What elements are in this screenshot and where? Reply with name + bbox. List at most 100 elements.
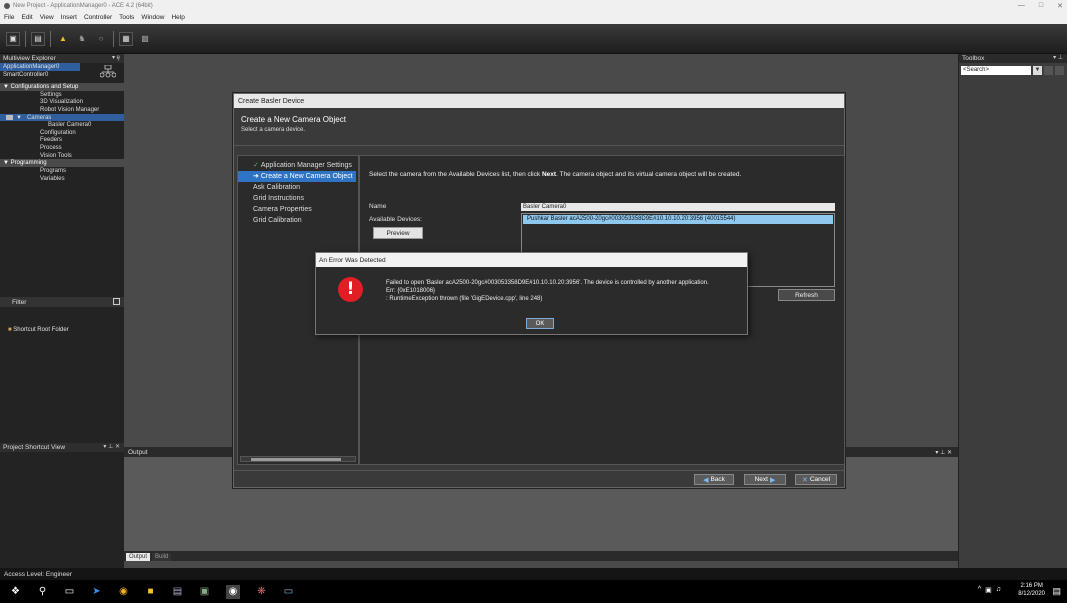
multiview-title: Multiview Explorer bbox=[3, 55, 56, 62]
instruction-text: Select the camera from the Available Dev… bbox=[369, 171, 742, 178]
filter-toggle-icon[interactable] bbox=[113, 298, 120, 305]
tree-item-variables[interactable]: Variables bbox=[0, 175, 124, 183]
menu-controller[interactable]: Controller bbox=[84, 14, 112, 21]
available-devices-label: Available Devices: bbox=[369, 216, 422, 223]
close-button[interactable]: ✕ bbox=[1057, 2, 1063, 10]
menu-bar: File Edit View Insert Controller Tools W… bbox=[0, 11, 1067, 24]
clock-date: 8/12/2020 bbox=[1018, 591, 1045, 597]
step-grid-calibration[interactable]: Grid Calibration bbox=[238, 215, 358, 226]
menu-file[interactable]: File bbox=[4, 14, 14, 21]
tree-item-programs[interactable]: Programs bbox=[0, 167, 124, 175]
step-create-camera-object[interactable]: ➜ Create a New Camera Object bbox=[238, 171, 356, 182]
tree-item-robot-vision-manager[interactable]: Robot Vision Manager bbox=[0, 106, 124, 114]
search-options-icon[interactable] bbox=[1044, 66, 1053, 75]
menu-view[interactable]: View bbox=[40, 14, 54, 21]
grid-icon[interactable]: ▦ bbox=[119, 31, 133, 46]
windows-start-icon[interactable]: ❖ bbox=[10, 586, 21, 597]
tree-item-process[interactable]: Process bbox=[0, 144, 124, 152]
search-dropdown-icon[interactable]: ▼ bbox=[1033, 66, 1042, 75]
shortcut-view-title: Project Shortcut View bbox=[3, 443, 66, 451]
app-icon-1[interactable]: ➤ bbox=[91, 586, 102, 597]
menu-window[interactable]: Window bbox=[141, 14, 164, 21]
next-button[interactable]: Next ▶ bbox=[744, 474, 786, 485]
menu-help[interactable]: Help bbox=[171, 14, 184, 21]
step-ask-calibration[interactable]: Ask Calibration bbox=[238, 182, 358, 193]
toolbox-panel: Toolbox ▾ ⊥ <Search> ▼ bbox=[958, 54, 1067, 568]
pin-icon[interactable]: ▾ ȩ bbox=[112, 54, 120, 61]
task-view-icon[interactable]: ▭ bbox=[64, 586, 75, 597]
error-message: Failed to open 'Basler acA2500-20gc#0030… bbox=[386, 280, 709, 303]
name-label: Name bbox=[369, 203, 387, 210]
warning-icon[interactable]: ▲ bbox=[56, 32, 70, 46]
menu-insert[interactable]: Insert bbox=[61, 14, 77, 21]
file-explorer-icon[interactable]: ■ bbox=[145, 586, 156, 597]
tab-build[interactable]: Build bbox=[152, 553, 172, 561]
robot-icon[interactable]: ♞ bbox=[75, 32, 89, 46]
controller-app-manager[interactable]: ApplicationManager0 bbox=[0, 63, 80, 71]
error-line-1: Failed to open 'Basler acA2500-20gc#0030… bbox=[386, 280, 709, 286]
search-clear-icon[interactable] bbox=[1055, 66, 1064, 75]
tab-output[interactable]: Output bbox=[126, 553, 151, 561]
pin-close-icon[interactable]: ▾ ⊥ ✕ bbox=[103, 443, 120, 450]
chart-icon[interactable]: ▩ bbox=[138, 32, 152, 46]
pin-icon[interactable]: ▾ ⊥ bbox=[1053, 54, 1063, 61]
tree-item-basler-camera0[interactable]: Basler Camera0 bbox=[0, 121, 124, 129]
tree-item-cameras[interactable]: ▼ Cameras bbox=[0, 113, 124, 122]
preview-button[interactable]: Preview bbox=[373, 227, 423, 239]
refresh-button[interactable]: Refresh bbox=[778, 289, 835, 301]
tree-item-settings[interactable]: Settings bbox=[0, 91, 124, 99]
tree-section-config[interactable]: ▼ Configurations and Setup bbox=[0, 83, 124, 91]
ok-button[interactable]: OK bbox=[526, 318, 554, 329]
output-title: Output bbox=[128, 448, 148, 456]
menu-tools[interactable]: Tools bbox=[119, 14, 134, 21]
step-grid-instructions[interactable]: Grid Instructions bbox=[238, 193, 358, 204]
steps-scrollbar[interactable] bbox=[240, 456, 356, 462]
tree-item-vision-tools[interactable]: Vision Tools bbox=[0, 152, 124, 160]
online-icon[interactable]: ▣ bbox=[6, 31, 20, 46]
tree-section-programming[interactable]: ▼ Programming bbox=[0, 159, 124, 168]
cancel-button[interactable]: ✕ Cancel bbox=[795, 474, 837, 485]
tree-item-3d-visualization[interactable]: 3D Visualization bbox=[0, 99, 124, 107]
window-title: New Project - ApplicationManager0 - ACE … bbox=[13, 2, 153, 9]
back-button[interactable]: ◀ Back bbox=[694, 474, 734, 485]
maximize-button[interactable]: □ bbox=[1039, 2, 1043, 9]
toolbox-search-input[interactable]: <Search> bbox=[961, 66, 1031, 75]
clock-time: 2:16 PM bbox=[1020, 583, 1043, 589]
app-icon-5[interactable]: ▭ bbox=[283, 586, 294, 597]
circle-icon[interactable]: ○ bbox=[94, 32, 108, 46]
chevron-up-icon[interactable]: ^ bbox=[978, 586, 981, 594]
monitor-icon[interactable]: ▤ bbox=[31, 31, 45, 46]
menu-edit[interactable]: Edit bbox=[21, 14, 32, 21]
app-icon-2[interactable]: ▤ bbox=[172, 586, 183, 597]
error-line-3: : RuntimeException thrown (file 'GigEDev… bbox=[386, 295, 543, 302]
app-icon-4[interactable]: ❋ bbox=[256, 586, 267, 597]
chrome-icon[interactable]: ◉ bbox=[118, 586, 129, 597]
filter-label: Filter bbox=[12, 298, 27, 306]
app-icon-3[interactable]: ▣ bbox=[199, 586, 210, 597]
error-icon: ! bbox=[338, 277, 363, 302]
filter-bar[interactable]: Filter bbox=[0, 297, 124, 307]
volume-icon[interactable]: ♫ bbox=[996, 586, 1001, 594]
tree-item-feeders[interactable]: Feeders bbox=[0, 137, 124, 145]
camera-name-input[interactable] bbox=[521, 203, 835, 211]
system-tray: ^ ▣ ♫ bbox=[978, 586, 1001, 594]
step-app-manager-settings[interactable]: ✓ Application Manager Settings bbox=[238, 160, 358, 171]
output-pin-close-icon[interactable]: ▾ ⊥ ✕ bbox=[935, 449, 952, 456]
ace-app-icon[interactable]: ◉ bbox=[226, 584, 240, 599]
taskbar-clock[interactable]: 2:16 PM 8/12/2020 bbox=[1018, 582, 1045, 598]
arrow-right-icon: ➜ bbox=[253, 173, 259, 180]
minimize-button[interactable]: — bbox=[1018, 2, 1025, 9]
notification-icon[interactable]: ▤ bbox=[1052, 586, 1061, 597]
error-dialog-title: An Error Was Detected bbox=[316, 253, 747, 267]
back-arrow-icon: ◀ bbox=[703, 476, 709, 484]
device-list-item[interactable]: Pushkar Basler acA2500-20gc#003053358D9E… bbox=[523, 215, 833, 224]
dialog-footer: ◀ Back Next ▶ ✕ Cancel bbox=[234, 470, 844, 487]
dialog-heading: Create a New Camera Object bbox=[241, 115, 346, 124]
section-label: Programming bbox=[10, 160, 47, 167]
step-camera-properties[interactable]: Camera Properties bbox=[238, 204, 358, 215]
scrollbar-thumb[interactable] bbox=[251, 458, 341, 461]
search-icon[interactable]: ⚲ bbox=[37, 586, 48, 597]
shortcut-root-folder[interactable]: ■ Shortcut Root Folder bbox=[8, 327, 69, 333]
network-tray-icon[interactable]: ▣ bbox=[985, 586, 992, 594]
tree-item-configuration[interactable]: Configuration bbox=[0, 129, 124, 137]
